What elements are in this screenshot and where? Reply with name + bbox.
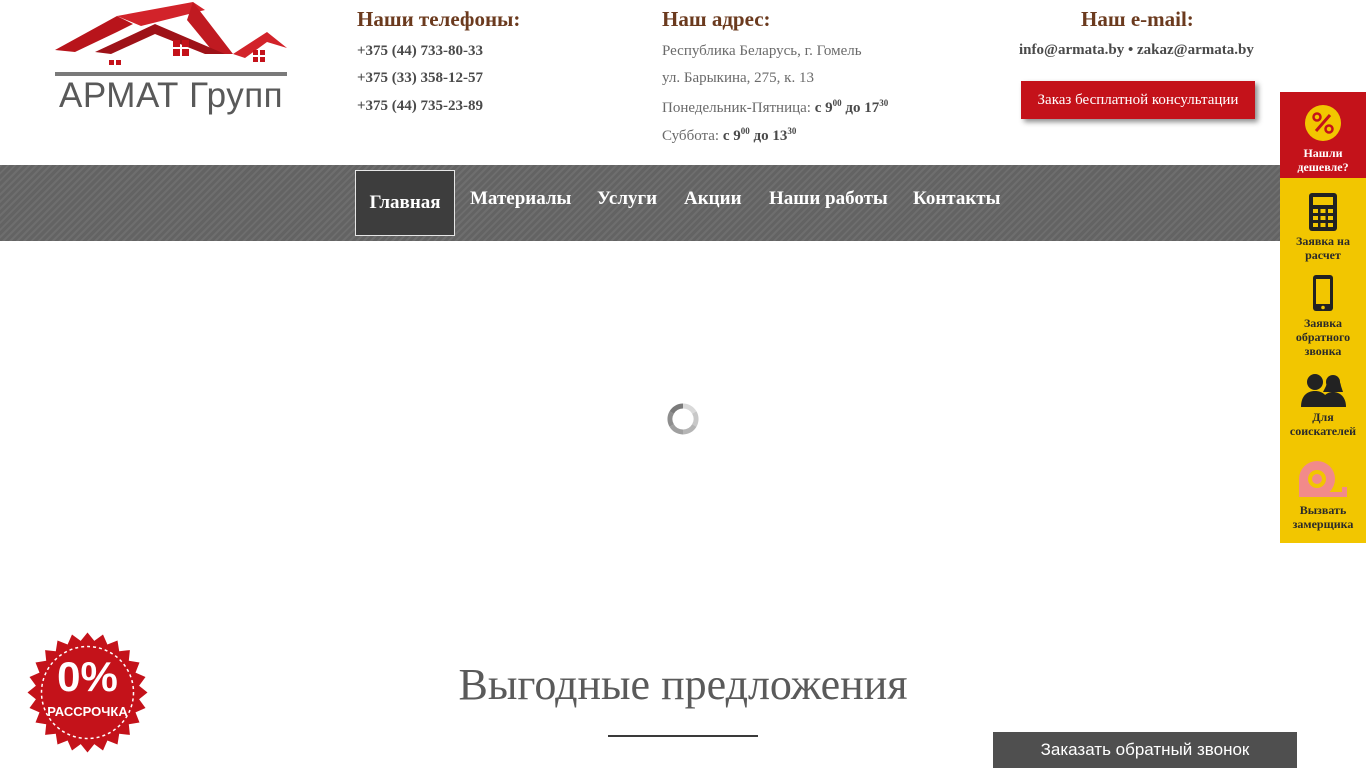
- logo-text: АРМАТ Групп: [59, 76, 284, 115]
- nav-item-materials[interactable]: Материалы: [470, 188, 571, 210]
- title-divider: [608, 735, 758, 737]
- sidebar-item-label: Заявка обратного звонка: [1295, 316, 1351, 358]
- sidebar-item-label: Для соискателей: [1289, 410, 1357, 438]
- saturday-from-min: 00: [740, 126, 750, 136]
- order-callback-button[interactable]: Заказать обратный звонок: [993, 732, 1297, 768]
- weekday-from: с 9: [814, 100, 833, 116]
- logo[interactable]: АРМАТ Групп: [55, 2, 289, 122]
- percent-icon: [1305, 105, 1341, 141]
- sidebar-item-label: Вызвать замерщика: [1292, 503, 1354, 531]
- email-link-info[interactable]: info@armata.by: [1019, 42, 1124, 58]
- phone-link-2[interactable]: +375 (33) 358-12-57: [357, 70, 483, 87]
- address-line-2: ул. Барыкина, 275, к. 13: [662, 70, 814, 86]
- sidebar-item-callback-request[interactable]: Заявка обратного звонка: [1280, 274, 1366, 358]
- address-line-1: Республика Беларусь, г. Гомель: [662, 43, 862, 59]
- weekday-hours: Понедельник-Пятница: с 900 до 1730: [662, 98, 888, 117]
- address-title: Наш адрес:: [662, 7, 771, 31]
- saturday-to: до 13: [753, 128, 788, 144]
- email-row: info@armata.by • zakaz@armata.by: [1019, 42, 1254, 59]
- nav-item-promotions[interactable]: Акции: [684, 188, 742, 210]
- weekday-from-min: 00: [832, 98, 842, 108]
- phone-link-1[interactable]: +375 (44) 733-80-33: [357, 43, 483, 60]
- sidebar-item-label: Нашли дешевле?: [1297, 146, 1349, 174]
- phones-title: Наши телефоны:: [357, 7, 521, 31]
- saturday-label: Суббота:: [662, 128, 720, 144]
- nav-item-home[interactable]: Главная: [355, 170, 455, 236]
- sidebar-item-call-measurer[interactable]: Вызвать замерщика: [1280, 459, 1366, 531]
- free-consultation-button[interactable]: Заказ бесплатной консультации: [1021, 81, 1255, 119]
- saturday-hours: Суббота: с 900 до 1330: [662, 126, 796, 145]
- weekday-to: до 17: [845, 100, 880, 116]
- email-separator: •: [1127, 42, 1134, 58]
- weekday-label: Понедельник-Пятница:: [662, 100, 811, 116]
- loading-spinner-icon: [667, 403, 699, 435]
- roof-logo-icon: [55, 2, 287, 76]
- nav-item-services[interactable]: Услуги: [597, 188, 657, 210]
- phone-link-3[interactable]: +375 (44) 735-23-89: [357, 98, 483, 115]
- email-title: Наш e-mail:: [1081, 7, 1194, 31]
- calculator-icon: [1309, 193, 1337, 231]
- tape-measure-icon: [1299, 461, 1347, 497]
- phone-icon: [1313, 275, 1333, 311]
- main-nav: Главная Материалы Услуги Акции Наши рабо…: [0, 165, 1366, 241]
- sidebar-item-found-cheaper[interactable]: Нашли дешевле?: [1280, 92, 1366, 178]
- saturday-to-min: 30: [787, 126, 797, 136]
- section-title: Выгодные предложения: [458, 660, 908, 709]
- saturday-from: с 9: [722, 128, 741, 144]
- email-link-zakaz[interactable]: zakaz@armata.by: [1137, 42, 1254, 58]
- sidebar-item-job-seekers[interactable]: Для соискателей: [1280, 372, 1366, 438]
- people-icon: [1301, 374, 1346, 407]
- nav-item-contacts[interactable]: Контакты: [913, 188, 1000, 210]
- sidebar-item-calculation[interactable]: Заявка на расчет: [1280, 192, 1366, 262]
- nav-item-our-works[interactable]: Наши работы: [769, 188, 888, 210]
- sidebar-item-label: Заявка на расчет: [1296, 234, 1350, 262]
- weekday-to-min: 30: [879, 98, 889, 108]
- right-sidebar: Нашли дешевле? Заявка на расчет Заявка о…: [1280, 92, 1366, 543]
